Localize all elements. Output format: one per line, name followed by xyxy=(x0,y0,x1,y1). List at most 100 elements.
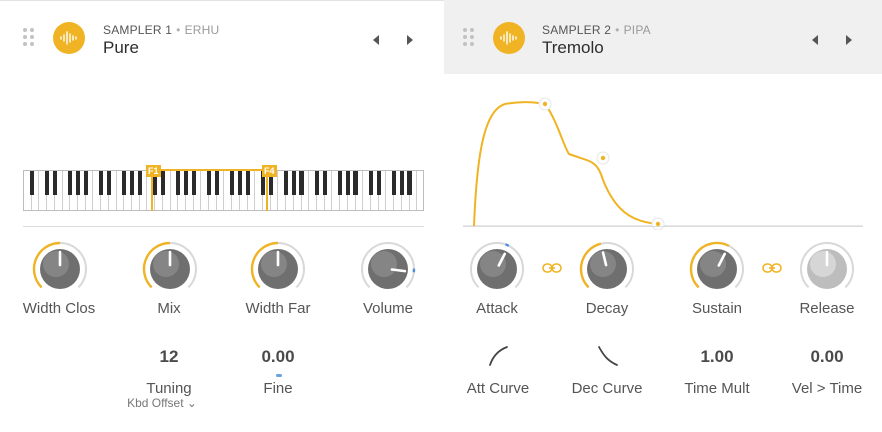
key-range-high-tag[interactable]: F4 xyxy=(262,165,277,177)
link-icon[interactable] xyxy=(542,262,562,274)
sampler-2-preset[interactable]: Tremolo xyxy=(542,38,604,58)
fine-indicator xyxy=(276,374,282,377)
arrow-left-icon[interactable] xyxy=(373,35,379,45)
key-range-low-tag[interactable]: F1 xyxy=(146,165,161,177)
black-key[interactable] xyxy=(176,171,181,195)
vel-time-value[interactable]: 0.00 xyxy=(777,347,877,367)
mix-label: Mix xyxy=(157,300,181,317)
black-key[interactable] xyxy=(338,171,343,195)
black-key[interactable] xyxy=(245,171,250,195)
kbd-offset-dropdown[interactable]: Kbd Offset ⌄ xyxy=(107,396,217,410)
black-key[interactable] xyxy=(68,171,73,195)
black-key[interactable] xyxy=(399,171,404,195)
arrow-left-icon[interactable] xyxy=(812,35,818,45)
key-range-low-handle[interactable] xyxy=(151,171,153,211)
black-key[interactable] xyxy=(284,171,289,195)
mix-knob[interactable] xyxy=(140,239,200,299)
att-curve-label: Att Curve xyxy=(466,380,530,397)
tuning-value[interactable]: 12 xyxy=(119,347,219,367)
envelope-node-release[interactable] xyxy=(651,217,665,230)
knob-graphic xyxy=(579,242,634,289)
waveform-glyph xyxy=(500,31,517,45)
volume-label: Volume xyxy=(362,300,414,317)
black-key[interactable] xyxy=(45,171,50,195)
black-key[interactable] xyxy=(106,171,111,195)
knob-graphic xyxy=(250,241,305,289)
black-key[interactable] xyxy=(230,171,235,195)
sampler-2-subtitle: SAMPLER 2 • PIPA xyxy=(542,23,651,37)
envelope-graph[interactable] xyxy=(463,90,863,230)
black-key[interactable] xyxy=(122,171,127,195)
dec-curve-icon[interactable] xyxy=(596,344,620,368)
black-key[interactable] xyxy=(353,171,358,195)
fine-value[interactable]: 0.00 xyxy=(228,347,328,367)
black-key[interactable] xyxy=(237,171,243,195)
black-key[interactable] xyxy=(29,171,34,195)
knob-graphic xyxy=(32,241,87,289)
sampler-1-title: SAMPLER 1 xyxy=(103,23,173,37)
black-key[interactable] xyxy=(98,171,104,195)
fine-label: Fine xyxy=(263,380,293,397)
drag-handle-icon[interactable] xyxy=(463,28,475,46)
vel-time-label: Vel > Time xyxy=(791,380,863,397)
width-far-label: Width Far xyxy=(245,300,311,317)
width-clos-knob[interactable] xyxy=(30,239,90,299)
sustain-label: Sustain xyxy=(691,300,743,317)
decay-knob[interactable] xyxy=(577,239,637,299)
keyboard[interactable] xyxy=(23,170,424,211)
white-key[interactable] xyxy=(417,171,423,210)
tuning-label: Tuning xyxy=(146,380,192,397)
sampler-1-preset[interactable]: Pure xyxy=(103,38,139,58)
time-mult-value[interactable]: 1.00 xyxy=(667,347,767,367)
divider xyxy=(463,226,863,227)
sampler-2-title: SAMPLER 2 xyxy=(542,23,612,37)
black-key[interactable] xyxy=(322,171,327,195)
black-key[interactable] xyxy=(299,171,304,195)
envelope-node-decay[interactable] xyxy=(596,151,610,165)
divider xyxy=(23,226,424,227)
key-range-bar xyxy=(151,169,268,171)
sampler-1-panel: SAMPLER 1 • ERHU Pure F1 F4 Width Clos Mix… xyxy=(0,0,444,432)
black-key[interactable] xyxy=(129,171,135,195)
attack-knob[interactable] xyxy=(467,239,527,299)
sampler-1-instrument: ERHU xyxy=(184,23,220,37)
black-key[interactable] xyxy=(137,171,142,195)
black-key[interactable] xyxy=(368,171,374,195)
attack-label: Attack xyxy=(476,300,518,317)
release-label: Release xyxy=(799,300,855,317)
drag-handle-icon[interactable] xyxy=(23,28,35,46)
black-key[interactable] xyxy=(291,171,297,195)
black-key[interactable] xyxy=(345,171,350,195)
black-key[interactable] xyxy=(183,171,189,195)
knob-graphic xyxy=(800,242,854,289)
black-key[interactable] xyxy=(407,171,412,195)
time-mult-label: Time Mult xyxy=(684,380,750,397)
envelope-node-attack[interactable] xyxy=(538,97,552,111)
black-key[interactable] xyxy=(314,171,320,195)
black-key[interactable] xyxy=(75,171,81,195)
key-range-high-handle[interactable] xyxy=(266,171,268,211)
att-curve-icon[interactable] xyxy=(487,344,511,368)
waveform-icon[interactable] xyxy=(493,22,525,54)
envelope-curve xyxy=(473,101,659,227)
link-icon[interactable] xyxy=(762,262,782,274)
sampler-2-instrument: PIPA xyxy=(623,23,651,37)
knob-graphic xyxy=(689,241,744,289)
black-key[interactable] xyxy=(392,171,397,195)
width-far-knob[interactable] xyxy=(248,239,308,299)
sampler-1-subtitle: SAMPLER 1 • ERHU xyxy=(103,23,220,37)
black-key[interactable] xyxy=(206,171,212,195)
dec-curve-label: Dec Curve xyxy=(571,380,643,397)
black-key[interactable] xyxy=(214,171,219,195)
black-key[interactable] xyxy=(52,171,57,195)
black-key[interactable] xyxy=(83,171,88,195)
black-key[interactable] xyxy=(160,171,165,195)
arrow-right-icon[interactable] xyxy=(407,35,413,45)
volume-knob[interactable] xyxy=(358,239,418,299)
sustain-knob[interactable] xyxy=(687,239,747,299)
waveform-icon[interactable] xyxy=(53,22,85,54)
black-key[interactable] xyxy=(191,171,196,195)
black-key[interactable] xyxy=(376,171,381,195)
arrow-right-icon[interactable] xyxy=(846,35,852,45)
release-knob[interactable] xyxy=(797,239,857,299)
